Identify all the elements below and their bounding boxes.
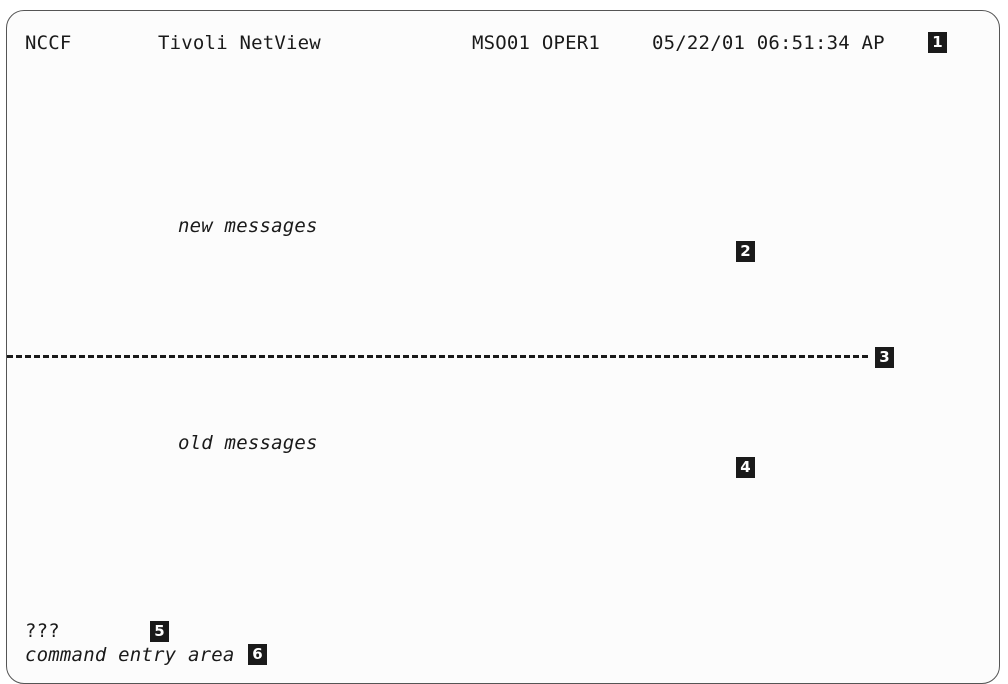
netview-console-screen: NCCF Tivoli NetView MSO01 OPER1 05/22/01… (6, 10, 1000, 684)
response-indicator: ??? (25, 620, 60, 642)
domain-operator-id: MSO01 OPER1 (472, 32, 601, 54)
product-title: Tivoli NetView (158, 32, 321, 54)
callout-4: 4 (736, 457, 755, 478)
new-messages-area: new messages (178, 215, 318, 237)
old-messages-area: old messages (178, 432, 318, 454)
app-id: NCCF (25, 32, 72, 54)
date-time-status: 05/22/01 06:51:34 AP (652, 32, 885, 54)
callout-1: 1 (928, 32, 947, 53)
message-separator-line (7, 355, 868, 358)
callout-5: 5 (150, 621, 169, 642)
callout-3: 3 (875, 347, 894, 368)
callout-6: 6 (248, 644, 267, 665)
callout-2: 2 (736, 241, 755, 262)
command-entry-area[interactable]: command entry area (25, 643, 235, 667)
